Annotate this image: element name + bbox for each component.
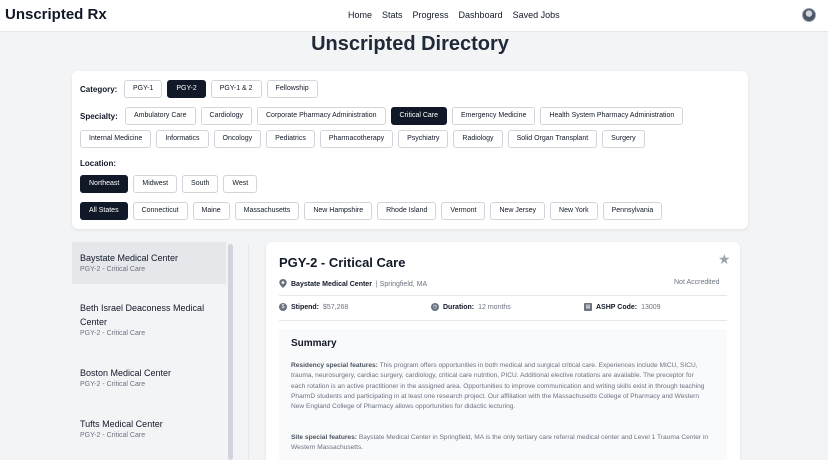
ashp-stat: ▤ ASHP Code: 13009: [584, 303, 661, 311]
chip-region[interactable]: Northeast: [80, 175, 129, 193]
chip-specialty[interactable]: Pediatrics: [266, 130, 315, 148]
stipend-stat: $ Stipend: $57,268: [279, 303, 348, 311]
nav-home[interactable]: Home: [348, 10, 372, 20]
stipend-value: $57,268: [323, 303, 349, 311]
top-navbar: Unscripted Rx Home Stats Progress Dashbo…: [0, 0, 828, 32]
chip-specialty[interactable]: Oncology: [213, 130, 262, 148]
duration-label: Duration:: [443, 303, 475, 311]
residency-features-text: This program offers opportunities in bot…: [291, 362, 705, 411]
chip-category[interactable]: Fellowship: [266, 80, 318, 98]
nav-progress[interactable]: Progress: [413, 10, 449, 20]
summary-section: Summary Residency special features: This…: [279, 329, 727, 460]
list-item-subtitle: PGY-2 - Critical Care: [80, 330, 146, 337]
chip-specialty[interactable]: Cardiology: [200, 107, 252, 125]
dollar-icon: $: [279, 303, 287, 311]
list-item[interactable]: Boston Medical Center PGY-2 - Critical C…: [72, 349, 226, 400]
chip-specialty[interactable]: Psychiatry: [398, 130, 449, 148]
site-features: Site special features: Baystate Medical …: [291, 433, 709, 454]
chip-specialty[interactable]: Solid Organ Transplant: [507, 130, 598, 148]
nav-stats[interactable]: Stats: [382, 10, 403, 20]
results-scrollbar[interactable]: [228, 244, 233, 460]
program-location: Baystate Medical Center | Springfield, M…: [279, 279, 427, 290]
list-item-name: Baystate Medical Center: [80, 253, 179, 263]
chip-state[interactable]: Connecticut: [132, 202, 188, 220]
chip-state[interactable]: New Jersey: [490, 202, 546, 220]
site-features-label: Site special features:: [291, 434, 357, 441]
specialty-chips-row2: Internal Medicine Informatics Oncology P…: [80, 130, 645, 148]
list-item-name: Boston Medical Center: [80, 368, 172, 378]
chip-specialty[interactable]: Radiology: [453, 130, 503, 148]
clock-icon: ◷: [431, 303, 439, 311]
chip-state[interactable]: New Hampshire: [304, 202, 373, 220]
category-label: Category:: [80, 85, 118, 94]
chip-state[interactable]: Maine: [192, 202, 230, 220]
list-item-name: Beth Israel Deaconess Medical Center: [80, 303, 205, 327]
ashp-label: ASHP Code:: [596, 303, 638, 311]
divider: [279, 295, 727, 296]
page-title: Unscripted Directory: [311, 33, 509, 55]
nav-saved-jobs[interactable]: Saved Jobs: [513, 10, 560, 20]
chip-specialty[interactable]: Corporate Pharmacy Administration: [257, 107, 386, 125]
id-card-icon: ▤: [584, 303, 592, 311]
chip-specialty[interactable]: Surgery: [602, 130, 645, 148]
list-item[interactable]: Beth Israel Deaconess Medical Center PGY…: [72, 284, 226, 349]
list-item-subtitle: PGY-2 - Critical Care: [80, 432, 146, 439]
divider: [279, 320, 727, 321]
chip-region[interactable]: Midwest: [133, 175, 178, 193]
stipend-label: Stipend:: [291, 303, 319, 311]
main-nav: Home Stats Progress Dashboard Saved Jobs: [348, 10, 560, 20]
chip-state[interactable]: New York: [550, 202, 598, 220]
site-name: Baystate Medical Center: [291, 281, 372, 288]
chip-category[interactable]: PGY-1 & 2: [210, 80, 262, 98]
chip-specialty[interactable]: Emergency Medicine: [452, 107, 536, 125]
duration-stat: ◷ Duration: 12 months: [431, 303, 511, 311]
specialty-chips-row1: Ambulatory Care Cardiology Corporate Pha…: [125, 107, 684, 125]
ashp-value: 13009: [641, 303, 661, 311]
location-label: Location:: [80, 159, 116, 168]
list-item-subtitle: PGY-2 - Critical Care: [80, 266, 146, 273]
chip-specialty[interactable]: Informatics: [156, 130, 209, 148]
duration-value: 12 months: [478, 303, 511, 311]
chip-specialty[interactable]: Health System Pharmacy Administration: [540, 107, 684, 125]
summary-title: Summary: [291, 338, 337, 349]
chip-state[interactable]: Pennsylvania: [602, 202, 663, 220]
brand-logo[interactable]: Unscripted Rx: [5, 6, 107, 23]
list-item[interactable]: Baystate Medical Center PGY-2 - Critical…: [72, 242, 226, 284]
chip-state[interactable]: Massachusetts: [234, 202, 300, 220]
nav-dashboard[interactable]: Dashboard: [459, 10, 503, 20]
list-item[interactable]: Tufts Medical Center PGY-2 - Critical Ca…: [72, 400, 226, 450]
chip-state[interactable]: Vermont: [441, 202, 486, 220]
site-city: | Springfield, MA: [375, 281, 428, 288]
category-chips: PGY-1 PGY-2 PGY-1 & 2 Fellowship: [124, 80, 318, 98]
chip-specialty[interactable]: Internal Medicine: [80, 130, 152, 148]
chip-region[interactable]: South: [182, 175, 219, 193]
specialty-label: Specialty:: [80, 112, 118, 121]
results-list: Baystate Medical Center PGY-2 - Critical…: [72, 242, 234, 460]
region-chips: Northeast Midwest South West: [80, 175, 258, 193]
avatar[interactable]: [802, 8, 816, 22]
chip-category[interactable]: PGY-1: [124, 80, 163, 98]
star-icon[interactable]: ★: [718, 251, 731, 268]
chip-specialty[interactable]: Pharmacotherapy: [319, 130, 394, 148]
accreditation-status: Not Accredited: [674, 279, 720, 286]
state-chips: All States Connecticut Maine Massachuset…: [80, 202, 663, 220]
chip-specialty[interactable]: Critical Care: [390, 107, 448, 125]
chip-specialty[interactable]: Ambulatory Care: [125, 107, 196, 125]
filter-panel: Category: PGY-1 PGY-2 PGY-1 & 2 Fellowsh…: [72, 71, 748, 229]
residency-features: Residency special features: This program…: [291, 361, 709, 412]
chip-state[interactable]: Rhode Island: [377, 202, 437, 220]
detail-panel: PGY-2 - Critical Care ★ Baystate Medical…: [266, 242, 740, 460]
list-item-name: Tufts Medical Center: [80, 419, 163, 429]
program-title: PGY-2 - Critical Care: [279, 255, 406, 270]
chip-category[interactable]: PGY-2: [167, 80, 206, 98]
chip-state[interactable]: All States: [80, 202, 128, 220]
list-item-subtitle: PGY-2 - Critical Care: [80, 381, 146, 388]
location-pin-icon: [279, 279, 287, 290]
chip-region[interactable]: West: [223, 175, 258, 193]
residency-features-label: Residency special features:: [291, 362, 378, 369]
divider: [248, 244, 249, 460]
